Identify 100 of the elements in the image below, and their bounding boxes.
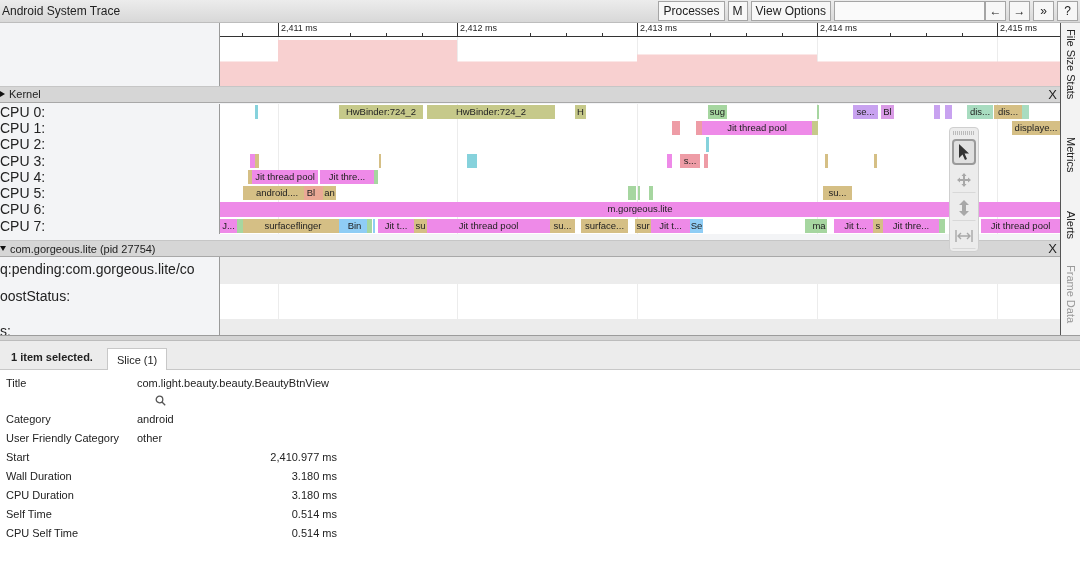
close-button[interactable]: X	[1045, 86, 1060, 102]
toolbar-button[interactable]: M	[727, 1, 748, 21]
trace-slice[interactable]	[939, 218, 945, 233]
field-value: other	[137, 431, 163, 446]
trace-slice[interactable]	[237, 218, 243, 233]
nav-button[interactable]: »	[1033, 1, 1054, 21]
trace-slice[interactable]: Jit t...	[378, 218, 414, 233]
trace-slice[interactable]: Jit thread pool	[427, 218, 550, 233]
nav-button[interactable]: ←	[985, 1, 1006, 21]
trace-slice[interactable]: su...	[823, 186, 852, 201]
trace-slice[interactable]	[945, 104, 952, 119]
trace-slice[interactable]	[825, 153, 828, 168]
trace-slice[interactable]	[834, 218, 838, 233]
trace-slice[interactable]: Jit t...	[838, 218, 873, 233]
selection-summary: 1 item selected.	[11, 350, 93, 365]
trace-slice[interactable]: HwBinder:724_2	[339, 104, 423, 119]
trace-slice[interactable]	[339, 218, 342, 233]
panel-tab[interactable]: Slice (1)	[106, 348, 168, 370]
trace-slice[interactable]: H	[575, 104, 586, 119]
trace-slice[interactable]	[367, 218, 372, 233]
trace-slice[interactable]: Bl	[881, 104, 894, 119]
field-value: 0.514 ms	[291, 507, 337, 522]
track-label: q:pending:com.gorgeous.lite/co	[0, 261, 195, 277]
close-button[interactable]: X	[1045, 241, 1060, 256]
tick-label: 2,413 ms	[640, 23, 678, 33]
trace-slice[interactable]: Bl	[304, 186, 318, 201]
tick-label: 2,414 ms	[820, 23, 858, 33]
field-label: User Friendly Category	[6, 431, 121, 446]
trace-slice[interactable]: Bin	[342, 218, 367, 233]
trace-slice[interactable]: s...	[680, 153, 700, 168]
field-label: Start	[6, 450, 31, 465]
trace-slice[interactable]	[667, 153, 672, 168]
trace-slice[interactable]	[374, 169, 378, 185]
trace-slice[interactable]: Jit thread pool	[702, 120, 812, 136]
pointer-tool-button[interactable]	[952, 139, 976, 165]
trace-slice[interactable]: su...	[550, 218, 575, 233]
trace-slice[interactable]: dis...	[994, 104, 1022, 119]
track-label: CPU 2:	[0, 136, 46, 153]
track-label: CPU 1:	[0, 119, 46, 136]
tick-label: 2,412 ms	[460, 23, 498, 33]
trace-slice[interactable]: s	[873, 218, 883, 233]
trace-slice[interactable]: an	[323, 186, 336, 201]
trace-slice[interactable]: su	[414, 218, 427, 233]
field-label: CPU Self Time	[6, 526, 80, 541]
side-tab[interactable]: Metrics	[1064, 137, 1077, 173]
trace-slice[interactable]	[696, 120, 702, 136]
side-tab[interactable]: File Size Stats	[1064, 28, 1077, 100]
trace-slice[interactable]	[874, 153, 877, 168]
field-value: 2,410.977 ms	[270, 450, 337, 465]
trace-slice[interactable]	[243, 186, 250, 201]
trace-slice[interactable]	[255, 153, 259, 168]
trace-slice[interactable]	[812, 120, 818, 136]
trace-slice[interactable]	[704, 153, 708, 168]
trace-slice[interactable]	[672, 120, 680, 136]
trace-slice[interactable]: surfaceflinger	[247, 218, 339, 233]
side-tab[interactable]: Alerts	[1064, 210, 1077, 240]
search-field[interactable]	[834, 1, 985, 21]
trace-slice[interactable]: sur	[635, 218, 651, 233]
field-label: Wall Duration	[6, 469, 73, 484]
track-label: CPU 6:	[0, 201, 46, 218]
trace-slice[interactable]: sug	[708, 104, 727, 119]
trace-slice[interactable]: Jit thread pool	[981, 218, 1060, 233]
trace-slice[interactable]: se...	[853, 104, 878, 119]
track-group-header[interactable]: com.gorgeous.lite (pid 27754) X	[0, 240, 1060, 257]
trace-slice[interactable]	[250, 153, 255, 168]
trace-slice[interactable]	[318, 186, 323, 201]
trace-slice[interactable]	[649, 186, 653, 201]
trace-slice[interactable]: HwBinder:724_2	[427, 104, 555, 119]
trace-slice[interactable]	[706, 137, 709, 152]
field-value: 3.180 ms	[291, 469, 337, 484]
nav-button[interactable]: ?	[1057, 1, 1078, 21]
trace-slice[interactable]: android....	[250, 186, 304, 201]
trace-slice[interactable]: Jit thread pool	[252, 169, 318, 185]
trace-slice[interactable]: J...	[220, 218, 237, 233]
grip-icon[interactable]	[953, 131, 975, 135]
trace-slice[interactable]	[1022, 104, 1029, 119]
trace-slice[interactable]	[467, 153, 477, 168]
toolbar-button[interactable]: View Options	[750, 1, 831, 21]
triangle-right-icon[interactable]	[0, 91, 5, 98]
search-icon[interactable]	[155, 395, 166, 406]
trace-slice[interactable]: Jit t...	[651, 218, 690, 233]
field-label: CPU Duration	[6, 488, 75, 503]
toolbar-button[interactable]: Processes	[658, 1, 725, 21]
trace-slice[interactable]: displaye...	[1012, 120, 1060, 136]
trace-slice[interactable]: dis...	[967, 104, 993, 119]
trace-slice[interactable]	[934, 104, 940, 119]
nav-button[interactable]: →	[1009, 1, 1030, 21]
trace-slice[interactable]	[805, 218, 811, 233]
trace-slice[interactable]	[255, 104, 258, 119]
field-label: Title	[6, 376, 28, 391]
four-arrows-icon	[956, 172, 972, 188]
trace-slice[interactable]	[628, 186, 636, 201]
trace-slice[interactable]: Jit thre...	[320, 169, 374, 185]
trace-slice[interactable]: m.gorgeous.lite	[220, 202, 1060, 217]
triangle-down-icon[interactable]	[0, 246, 6, 251]
trace-slice[interactable]: Jit thre...	[883, 218, 939, 233]
trace-slice[interactable]	[243, 218, 247, 233]
trace-slice[interactable]: Se	[690, 218, 703, 233]
trace-slice[interactable]	[248, 169, 252, 185]
trace-slice[interactable]: surface...	[581, 218, 628, 233]
